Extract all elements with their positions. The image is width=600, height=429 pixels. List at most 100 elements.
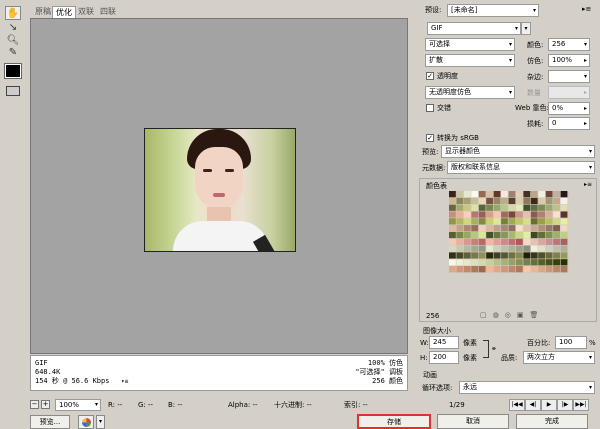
loop-select[interactable]: 永远 ▾ [459, 381, 595, 394]
color-swatch[interactable] [501, 259, 509, 267]
color-swatch[interactable] [515, 204, 524, 212]
color-swatch[interactable] [515, 225, 524, 232]
color-swatch[interactable] [515, 266, 524, 273]
color-swatch[interactable] [538, 266, 546, 273]
color-swatch[interactable] [530, 238, 539, 246]
color-swatch[interactable] [486, 218, 494, 226]
color-swatch[interactable] [523, 231, 531, 239]
dither-algo-select[interactable]: 扩散 ▾ [425, 54, 515, 67]
color-swatch[interactable] [523, 266, 531, 273]
color-swatch[interactable] [560, 191, 569, 198]
color-swatch[interactable] [463, 245, 472, 253]
color-swatch[interactable] [493, 197, 502, 205]
color-swatch[interactable] [545, 231, 554, 239]
height-input[interactable]: 200 [429, 351, 459, 364]
color-swatch[interactable] [449, 191, 457, 198]
color-swatch[interactable] [530, 218, 539, 226]
color-swatch[interactable] [463, 238, 472, 246]
color-swatch[interactable] [545, 218, 554, 226]
color-swatch[interactable] [515, 197, 524, 205]
color-swatch[interactable] [449, 245, 457, 253]
color-swatch[interactable] [538, 238, 546, 246]
color-swatch[interactable] [478, 211, 487, 219]
color-swatch[interactable] [508, 211, 516, 219]
metadata-select[interactable]: 版权和联系信息 ▾ [447, 161, 595, 174]
color-swatch[interactable] [449, 204, 457, 212]
color-swatch[interactable] [553, 225, 561, 232]
color-swatch[interactable] [478, 218, 487, 226]
color-swatch[interactable] [501, 245, 509, 253]
color-swatch[interactable] [471, 225, 479, 232]
color-swatch[interactable] [486, 231, 494, 239]
color-swatch[interactable] [560, 238, 569, 246]
color-swatch[interactable] [560, 218, 569, 226]
color-swatch[interactable] [560, 225, 569, 232]
color-swatch[interactable] [553, 218, 561, 226]
dither-input[interactable]: 100% ▸ [548, 54, 590, 67]
cancel-button[interactable]: 取消 [437, 414, 509, 429]
color-swatch[interactable] [538, 259, 546, 267]
color-swatch[interactable] [493, 259, 502, 267]
play-button[interactable]: ▶ [541, 399, 557, 411]
color-swatch[interactable] [538, 245, 546, 253]
tab-original[interactable]: 原稿 [32, 6, 54, 18]
color-swatch[interactable] [515, 259, 524, 267]
hand-icon[interactable]: ✋ [5, 6, 21, 20]
color-swatch[interactable] [449, 266, 457, 273]
color-swatch[interactable] [523, 211, 531, 219]
color-swatch[interactable] [449, 259, 457, 267]
color-swatch[interactable] [515, 218, 524, 226]
color-swatch[interactable] [486, 204, 494, 212]
color-swatch[interactable] [493, 225, 502, 232]
slice-select-icon[interactable]: ↘ [5, 21, 21, 35]
color-swatch[interactable] [471, 252, 479, 260]
color-swatch[interactable] [523, 218, 531, 226]
color-swatch[interactable] [523, 191, 531, 198]
color-swatch[interactable] [523, 197, 531, 205]
preview-canvas[interactable] [30, 18, 408, 354]
web-shift-icon[interactable]: ◍ [493, 311, 505, 319]
color-table-menu-icon[interactable]: ▸≡ [584, 181, 592, 188]
color-swatch[interactable] [471, 231, 479, 239]
color-swatch[interactable] [538, 197, 546, 205]
color-swatch[interactable] [456, 238, 464, 246]
constrain-proportions-icon[interactable] [483, 340, 489, 358]
color-swatch[interactable] [486, 225, 494, 232]
color-swatch[interactable] [530, 231, 539, 239]
color-swatch[interactable] [553, 266, 561, 273]
color-swatch[interactable] [456, 225, 464, 232]
color-swatch[interactable] [545, 197, 554, 205]
color-swatch[interactable] [449, 225, 457, 232]
color-swatch[interactable] [515, 245, 524, 253]
color-swatch[interactable] [478, 197, 487, 205]
color-swatch[interactable] [493, 204, 502, 212]
quality-select[interactable]: 两次立方 ▾ [523, 351, 595, 364]
color-swatch[interactable] [463, 197, 472, 205]
transparency-dither-select[interactable]: 无透明度仿色 ▾ [425, 86, 515, 99]
color-swatch[interactable] [530, 245, 539, 253]
preset-select[interactable]: [未命名] ▾ [447, 4, 539, 17]
color-swatch[interactable] [545, 238, 554, 246]
web-snap-input[interactable]: 0% ▸ [548, 102, 590, 115]
color-swatch[interactable] [501, 266, 509, 273]
prev-frame-button[interactable]: ◀| [525, 399, 541, 411]
color-swatch[interactable] [515, 238, 524, 246]
transparency-checkbox[interactable]: ✓ [426, 72, 434, 80]
color-swatch[interactable] [456, 231, 464, 239]
color-swatch[interactable] [530, 266, 539, 273]
color-swatch[interactable] [553, 231, 561, 239]
color-swatch[interactable] [456, 218, 464, 226]
color-swatch[interactable] [449, 197, 457, 205]
color-swatch[interactable] [545, 252, 554, 260]
first-frame-button[interactable]: |◀◀ [509, 399, 525, 411]
zoom-out-button[interactable]: − [30, 400, 39, 409]
color-swatch[interactable] [486, 191, 494, 198]
color-swatch[interactable] [553, 259, 561, 267]
width-input[interactable]: 245 [429, 336, 459, 349]
done-button[interactable]: 完成 [516, 414, 588, 429]
color-swatch[interactable] [449, 218, 457, 226]
color-swatch[interactable] [463, 204, 472, 212]
color-swatch[interactable] [449, 211, 457, 219]
color-swatch[interactable] [501, 218, 509, 226]
color-swatch[interactable] [486, 266, 494, 273]
